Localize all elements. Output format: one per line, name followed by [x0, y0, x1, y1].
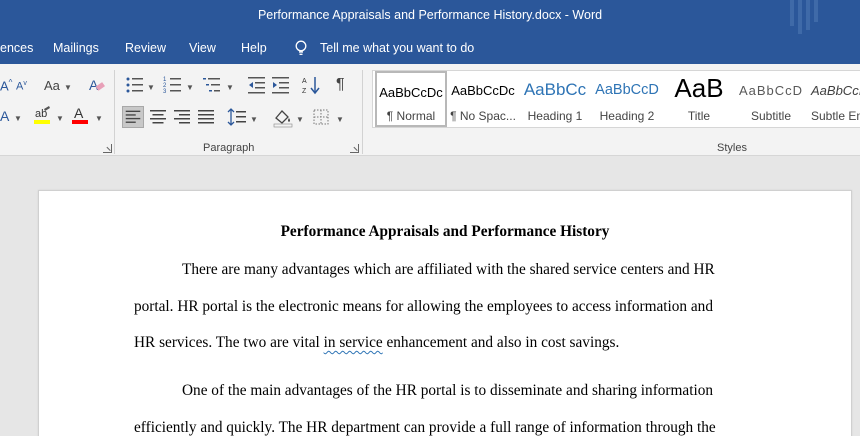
chevron-down-icon[interactable]: ▼ — [336, 115, 344, 124]
pilcrow-icon[interactable]: ¶ — [336, 76, 345, 94]
tab-review[interactable]: Review — [125, 41, 166, 55]
paragraph-line: One of the main advantages of the HR por… — [182, 382, 714, 399]
group-separator — [362, 70, 363, 154]
paragraph-line: There are many advantages which are affi… — [182, 261, 715, 278]
paragraph-group-label: Paragraph — [203, 142, 255, 154]
grammar-flagged-text[interactable]: in service — [324, 334, 383, 351]
change-case-button[interactable]: Aa — [44, 78, 60, 93]
tab-references[interactable]: ences — [0, 41, 33, 55]
ribbon-tabs: ences Mailings Review View Help Tell me … — [0, 34, 860, 64]
svg-text:A: A — [89, 77, 99, 93]
group-separator — [114, 70, 115, 154]
svg-text:A: A — [74, 105, 84, 121]
align-left-icon — [125, 110, 141, 123]
chevron-down-icon[interactable]: ▼ — [64, 83, 72, 92]
style-name: Heading 1 — [527, 109, 583, 123]
paragraph-line: efficiently and quickly. The HR departme… — [134, 419, 716, 436]
style-name: Subtle Em — [811, 109, 860, 123]
bullets-icon[interactable] — [124, 74, 146, 96]
text-effects-icon[interactable]: A — [0, 108, 9, 124]
style-no-spacing[interactable]: AaBbCcDc ¶ No Spac... — [447, 71, 519, 127]
multilevel-list-icon[interactable] — [201, 74, 223, 96]
style-heading-2[interactable]: AaBbCcD Heading 2 — [591, 71, 663, 127]
highlight-icon[interactable]: ab — [32, 104, 54, 126]
grow-font-icon[interactable]: A^ — [0, 78, 12, 93]
document-title: Performance Appraisals and Performance H… — [280, 223, 610, 240]
svg-text:Z: Z — [302, 88, 307, 95]
tell-me-search[interactable]: Tell me what you want to do — [294, 40, 474, 56]
style-name: ¶ No Spac... — [450, 109, 516, 123]
chevron-down-icon[interactable]: ▼ — [56, 114, 64, 123]
svg-text:3: 3 — [163, 89, 167, 95]
title-bar-decoration — [790, 0, 830, 34]
align-right-icon[interactable] — [171, 106, 193, 128]
numbering-icon[interactable]: 1 2 3 — [162, 74, 184, 96]
chevron-down-icon[interactable]: ▼ — [226, 83, 234, 92]
paragraph-line: portal. HR portal is the electronic mean… — [134, 298, 713, 315]
styles-group-label: Styles — [717, 142, 747, 154]
shrink-font-icon[interactable]: Av — [16, 80, 27, 93]
increase-indent-icon[interactable] — [270, 74, 292, 96]
style-name: Title — [687, 109, 711, 123]
paragraph-dialog-launcher-icon[interactable] — [350, 144, 359, 153]
style-subtle-emphasis[interactable]: AaBbCcI Subtle Em — [807, 71, 860, 127]
style-name: Heading 2 — [599, 109, 655, 123]
align-left-button[interactable] — [122, 106, 144, 128]
decrease-indent-icon[interactable] — [246, 74, 268, 96]
style-preview: AaB — [674, 73, 724, 103]
document-canvas: Performance Appraisals and Performance H… — [0, 157, 860, 436]
style-title[interactable]: AaB Title — [663, 71, 735, 127]
svg-text:A: A — [302, 78, 307, 85]
chevron-down-icon[interactable]: ▼ — [14, 114, 22, 123]
paragraph-line: HR services. The two are vital in servic… — [134, 334, 619, 352]
window-title: Performance Appraisals and Performance H… — [257, 8, 603, 22]
style-preview: AaBbCcDc — [451, 83, 515, 98]
line-text: HR services. The two are vital — [134, 334, 324, 351]
clear-formatting-icon[interactable]: A — [86, 74, 108, 96]
chevron-down-icon[interactable]: ▼ — [250, 115, 258, 124]
style-preview: AaBbCcD — [595, 82, 659, 98]
line-spacing-icon[interactable] — [226, 106, 248, 128]
tab-help[interactable]: Help — [241, 41, 267, 55]
style-normal[interactable]: AaBbCcDc ¶ Normal — [375, 71, 447, 127]
style-name: Subtitle — [750, 109, 792, 123]
justify-icon[interactable] — [195, 106, 217, 128]
tab-view[interactable]: View — [189, 41, 216, 55]
font-dialog-launcher-icon[interactable] — [103, 144, 112, 153]
borders-icon[interactable] — [311, 106, 333, 128]
style-preview: AaBbCcDc — [379, 85, 443, 100]
font-color-icon[interactable]: A — [70, 104, 92, 126]
style-preview: AaBbCc — [523, 80, 587, 99]
change-case-label: Aa — [44, 78, 60, 93]
document-page[interactable]: Performance Appraisals and Performance H… — [38, 190, 852, 436]
chevron-down-icon[interactable]: ▼ — [147, 83, 155, 92]
sort-icon[interactable]: A Z — [301, 74, 323, 96]
styles-gallery: AaBbCcDc ¶ Normal AaBbCcDc ¶ No Spac... … — [372, 70, 860, 128]
style-preview: AaBbCcI — [811, 83, 860, 98]
title-bar: Performance Appraisals and Performance H… — [0, 0, 860, 34]
chevron-down-icon[interactable]: ▼ — [95, 114, 103, 123]
lightbulb-icon — [295, 40, 307, 55]
style-subtitle[interactable]: AaBbCcD Subtitle — [735, 71, 807, 127]
style-name: ¶ Normal — [386, 109, 436, 123]
tell-me-label: Tell me what you want to do — [320, 41, 475, 55]
tab-mailings[interactable]: Mailings — [53, 41, 99, 55]
chevron-down-icon[interactable]: ▼ — [296, 115, 304, 124]
chevron-down-icon[interactable]: ▼ — [186, 83, 194, 92]
align-center-icon[interactable] — [147, 106, 169, 128]
style-heading-1[interactable]: AaBbCc Heading 1 — [519, 71, 591, 127]
shading-icon[interactable] — [272, 106, 294, 128]
style-preview: AaBbCcD — [738, 83, 804, 98]
line-text: enhancement and also in cost savings. — [382, 334, 620, 351]
